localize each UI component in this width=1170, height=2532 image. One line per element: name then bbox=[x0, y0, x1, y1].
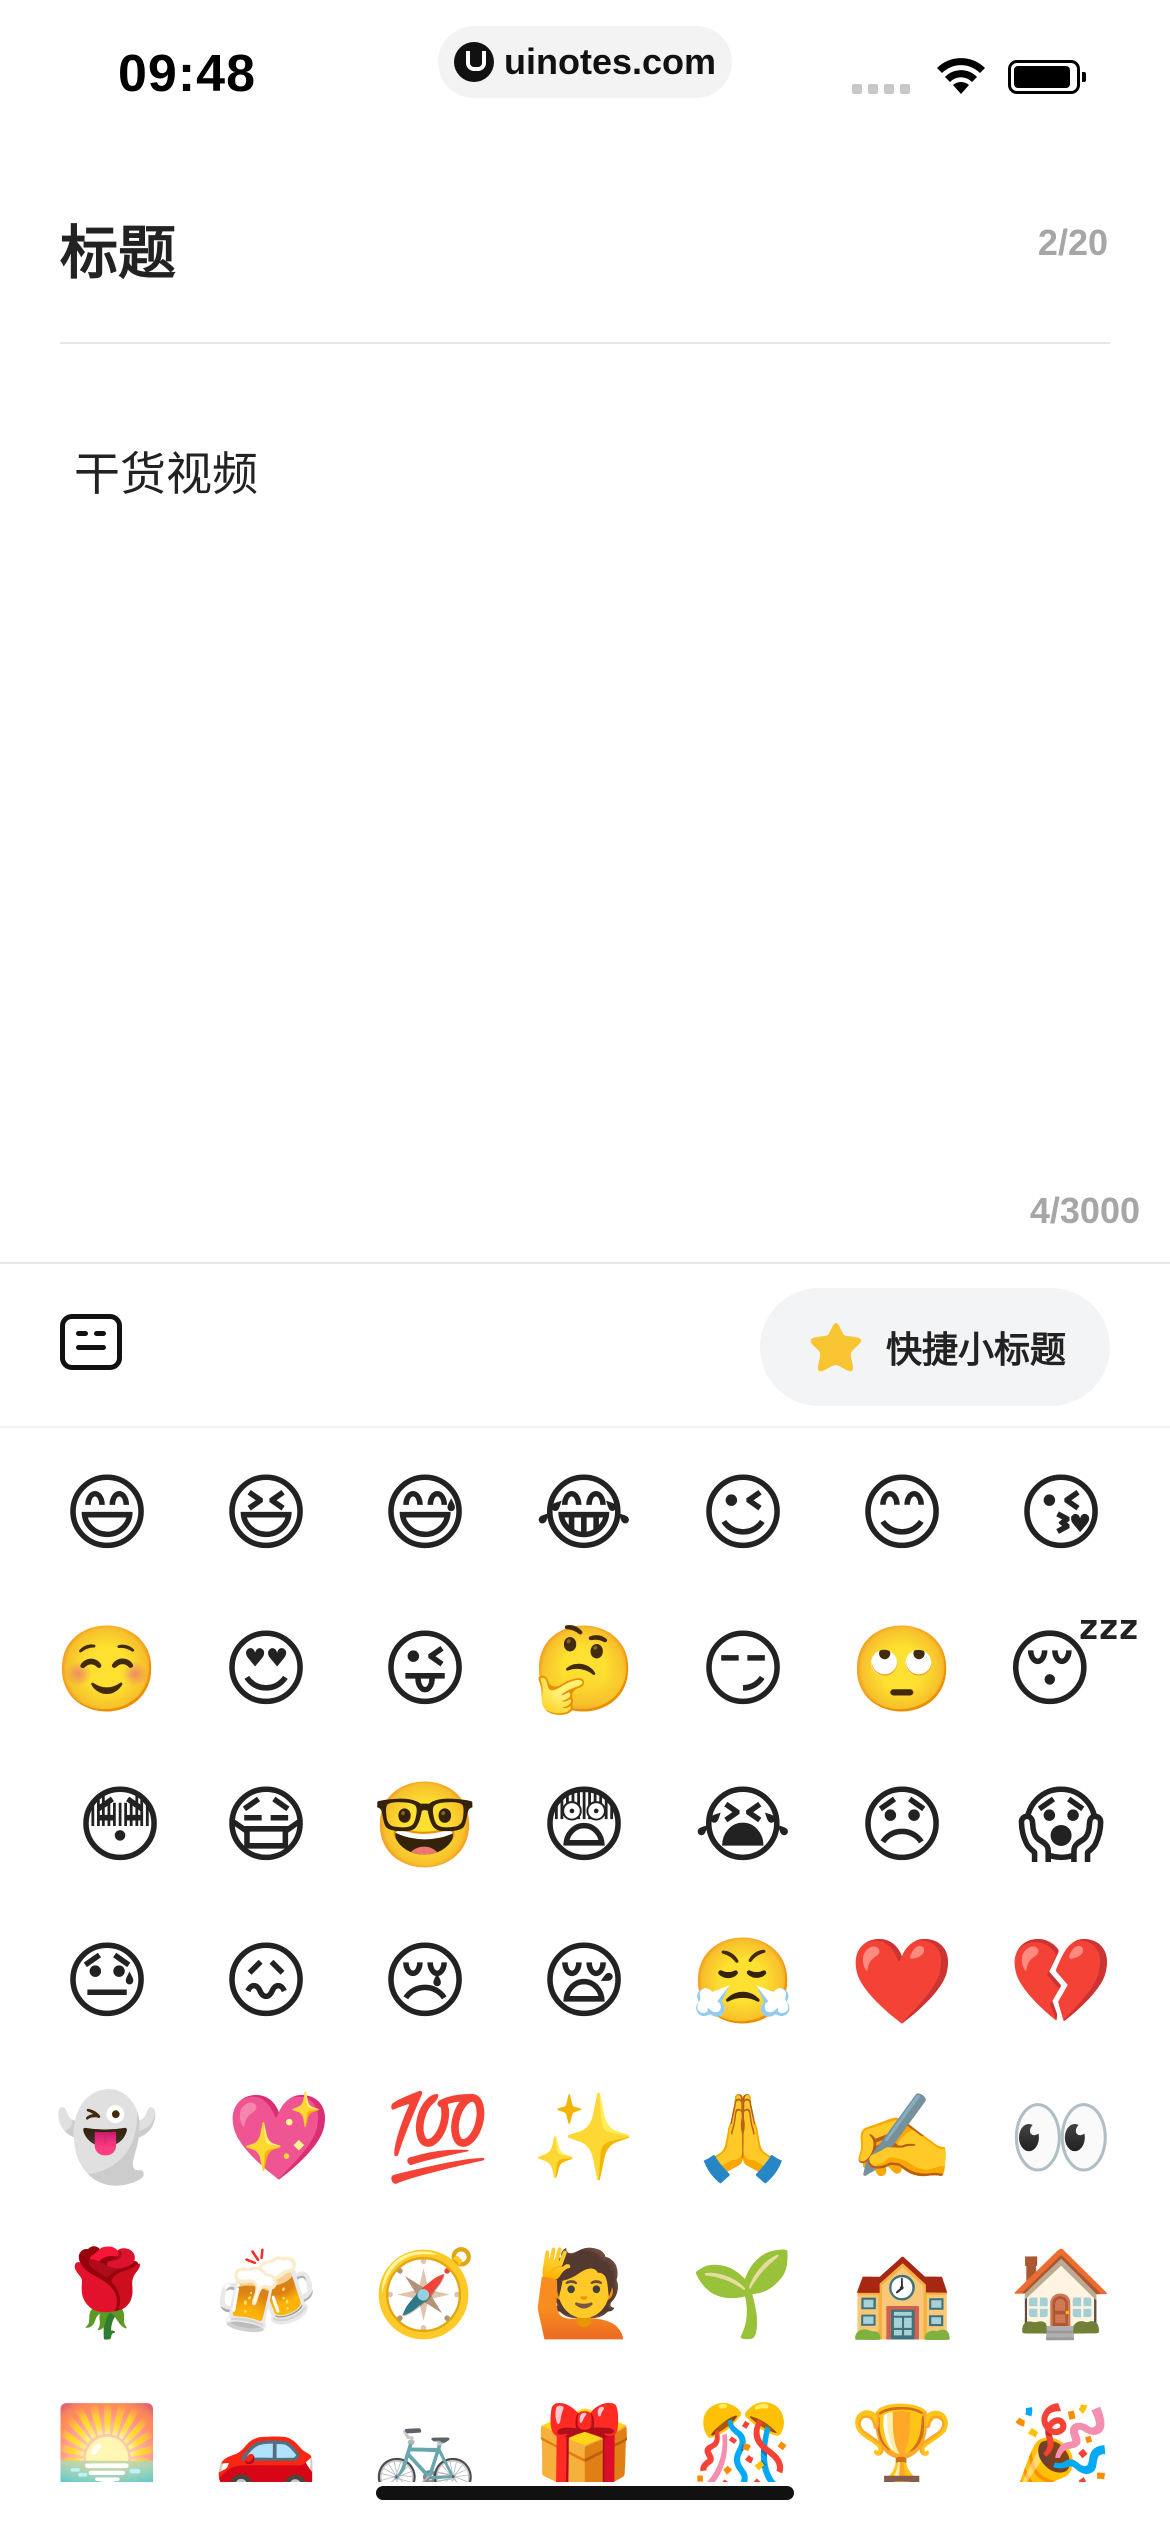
editor-toolbar: 快捷小标题 bbox=[0, 1264, 1170, 1426]
toolbar-divider bbox=[0, 1426, 1170, 1428]
emoji[interactable]: ✍️ bbox=[847, 2082, 957, 2192]
emoji[interactable]: 💔 bbox=[1006, 1926, 1116, 2036]
emoji[interactable]: 🍻 bbox=[211, 2238, 321, 2348]
emoji[interactable]: 🧭 bbox=[370, 2238, 480, 2348]
title-char-count: 2/20 bbox=[1037, 222, 1108, 263]
battery-icon bbox=[1008, 60, 1086, 94]
emoji[interactable]: 😉 bbox=[688, 1458, 798, 1568]
emoji-row: 😳 😷 🤓 😨 😭 😞 😱 bbox=[0, 1770, 1170, 1926]
emoji[interactable]: 😂 bbox=[529, 1458, 639, 1568]
body-text-area[interactable]: 干货视频 bbox=[74, 438, 258, 504]
wifi-icon bbox=[937, 58, 985, 94]
title-field[interactable]: 标题 bbox=[60, 206, 176, 290]
emoji[interactable]: 😄 bbox=[52, 1458, 162, 1568]
emoji[interactable]: 🚲 bbox=[370, 2394, 480, 2482]
quick-subtitle-button[interactable]: 快捷小标题 bbox=[760, 1288, 1110, 1406]
emoji[interactable]: 😍 bbox=[211, 1614, 321, 1724]
cellular-signal-icon bbox=[852, 84, 910, 94]
emoji[interactable]: 😓 bbox=[52, 1926, 162, 2036]
emoji-row: 😓 😖 😢 😪 😤 ❤️ 💔 bbox=[0, 1926, 1170, 2082]
emoji[interactable]: 🏠 bbox=[1006, 2238, 1116, 2348]
emoji[interactable]: 😜 bbox=[370, 1614, 480, 1724]
emoji[interactable]: 🏫 bbox=[847, 2238, 957, 2348]
emoji-row: 👻 💖 💯 ✨ 🙏 ✍️ 👀 bbox=[0, 2082, 1170, 2238]
star-icon bbox=[810, 1323, 862, 1372]
title-divider bbox=[60, 342, 1110, 344]
emoji[interactable]: 😘 bbox=[1006, 1458, 1116, 1568]
emoji[interactable]: 😱 bbox=[1006, 1770, 1116, 1880]
emoji[interactable]: 🙏 bbox=[688, 2082, 798, 2192]
emoji[interactable]: ✨ bbox=[529, 2082, 639, 2192]
emoji[interactable]: 🌱 bbox=[688, 2238, 798, 2348]
emoji[interactable]: 🏆 bbox=[847, 2394, 957, 2482]
emoji[interactable]: 👀 bbox=[1006, 2082, 1116, 2192]
emoji[interactable]: 🎉 bbox=[1006, 2394, 1116, 2482]
home-indicator[interactable] bbox=[376, 2486, 794, 2500]
emoji[interactable]: 😏 bbox=[688, 1614, 798, 1724]
emoji[interactable]: 🚗 bbox=[211, 2394, 321, 2482]
emoji[interactable]: 🤔 bbox=[529, 1614, 639, 1724]
emoji[interactable]: 😆 bbox=[211, 1458, 321, 1568]
quick-subtitle-label: 快捷小标题 bbox=[886, 1329, 1067, 1370]
emoji[interactable]: 😳 bbox=[65, 1770, 175, 1880]
emoji[interactable]: 😊 bbox=[847, 1458, 957, 1568]
emoji[interactable]: 🎁 bbox=[529, 2394, 639, 2482]
emoji[interactable]: 🙄 bbox=[847, 1614, 957, 1724]
emoji-row: 🌅 🚗 🚲 🎁 🎊 🏆 🎉 bbox=[0, 2394, 1170, 2482]
emoji[interactable]: 😞 bbox=[847, 1770, 957, 1880]
emoji[interactable]: 🌹 bbox=[52, 2238, 162, 2348]
status-time: 09:48 bbox=[118, 45, 256, 103]
emoji[interactable]: 😅 bbox=[370, 1458, 480, 1568]
emoji[interactable]: 😷 bbox=[211, 1770, 321, 1880]
emoji[interactable]: 😤 bbox=[688, 1926, 798, 2036]
url-pill[interactable]: uinotes.com bbox=[438, 26, 732, 98]
site-logo-icon bbox=[453, 42, 494, 82]
emoji-row: ☺️ 😍 😜 🤔 😏 🙄 😴 bbox=[0, 1614, 1170, 1770]
emoji[interactable]: 😢 bbox=[370, 1926, 480, 2036]
status-bar: 09:48 uinotes.com bbox=[0, 0, 1170, 140]
emoji[interactable]: 💯 bbox=[383, 2082, 493, 2192]
emoji[interactable]: 😖 bbox=[211, 1926, 321, 2036]
emoji[interactable]: 🌅 bbox=[52, 2394, 162, 2482]
emoji-row: 😄 😆 😅 😂 😉 😊 😘 bbox=[0, 1458, 1170, 1614]
emoji[interactable]: ☺️ bbox=[52, 1614, 162, 1724]
emoji[interactable]: 🙋 bbox=[529, 2238, 639, 2348]
emoji[interactable]: ❤️ bbox=[847, 1926, 957, 2036]
emoji[interactable]: 😴 bbox=[1006, 1614, 1141, 1724]
emoji[interactable]: 👻 bbox=[52, 2082, 162, 2192]
url-text: uinotes.com bbox=[503, 41, 717, 82]
emoji[interactable]: 😨 bbox=[529, 1770, 639, 1880]
emoji[interactable]: 😭 bbox=[688, 1770, 798, 1880]
emoji[interactable]: 🤓 bbox=[370, 1770, 480, 1880]
emoji[interactable]: 💖 bbox=[224, 2082, 334, 2192]
emoji-row: 🌹 🍻 🧭 🙋 🌱 🏫 🏠 bbox=[0, 2238, 1170, 2394]
emoji[interactable]: 🎊 bbox=[688, 2394, 798, 2482]
list-format-icon[interactable] bbox=[60, 1314, 122, 1370]
emoji[interactable]: 😪 bbox=[529, 1926, 639, 2036]
body-char-count: 4/3000 bbox=[1029, 1190, 1140, 1231]
